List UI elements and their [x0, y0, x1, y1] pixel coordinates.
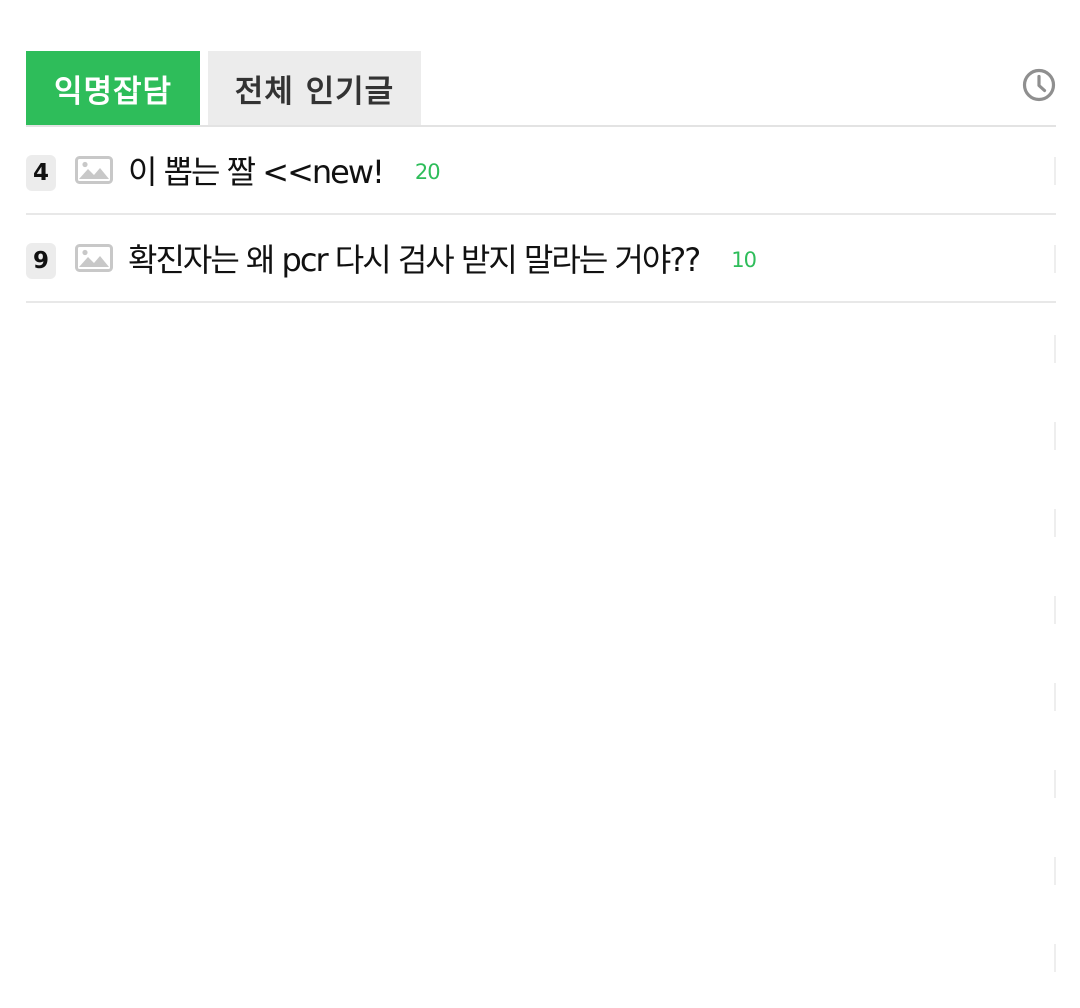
edge-mark [1054, 683, 1056, 711]
comment-count: 20 [414, 160, 441, 184]
edge-mark [1054, 509, 1056, 537]
image-icon [75, 156, 113, 184]
row-edge-divider [1054, 245, 1056, 273]
popular-board: 익명잡담 전체 인기글 4 이 뽑는 짤 <<new! 20 9 확진자는 왜 … [26, 51, 1056, 303]
rank-badge: 4 [26, 155, 56, 191]
post-title[interactable]: 확진자는 왜 pcr 다시 검사 받지 말라는 거야?? [128, 235, 701, 281]
comment-count: 10 [731, 248, 757, 272]
edge-mark [1054, 857, 1056, 885]
edge-mark [1054, 422, 1056, 450]
tab-all-popular[interactable]: 전체 인기글 [208, 51, 421, 125]
post-row[interactable]: 4 이 뽑는 짤 <<new! 20 [26, 127, 1056, 215]
post-row[interactable]: 9 확진자는 왜 pcr 다시 검사 받지 말라는 거야?? 10 [26, 215, 1056, 303]
clock-icon[interactable] [1022, 68, 1056, 102]
row-edge-divider [1054, 157, 1056, 185]
right-edge-marks [1054, 335, 1056, 975]
tab-bar: 익명잡담 전체 인기글 [26, 51, 1056, 127]
tab-anonymous-chat[interactable]: 익명잡담 [26, 51, 200, 125]
rank-badge: 9 [26, 243, 56, 279]
image-icon [75, 244, 113, 272]
edge-mark [1054, 335, 1056, 363]
edge-mark [1054, 596, 1056, 624]
edge-mark [1054, 944, 1056, 972]
edge-mark [1054, 770, 1056, 798]
post-title[interactable]: 이 뽑는 짤 <<new! [128, 147, 385, 193]
